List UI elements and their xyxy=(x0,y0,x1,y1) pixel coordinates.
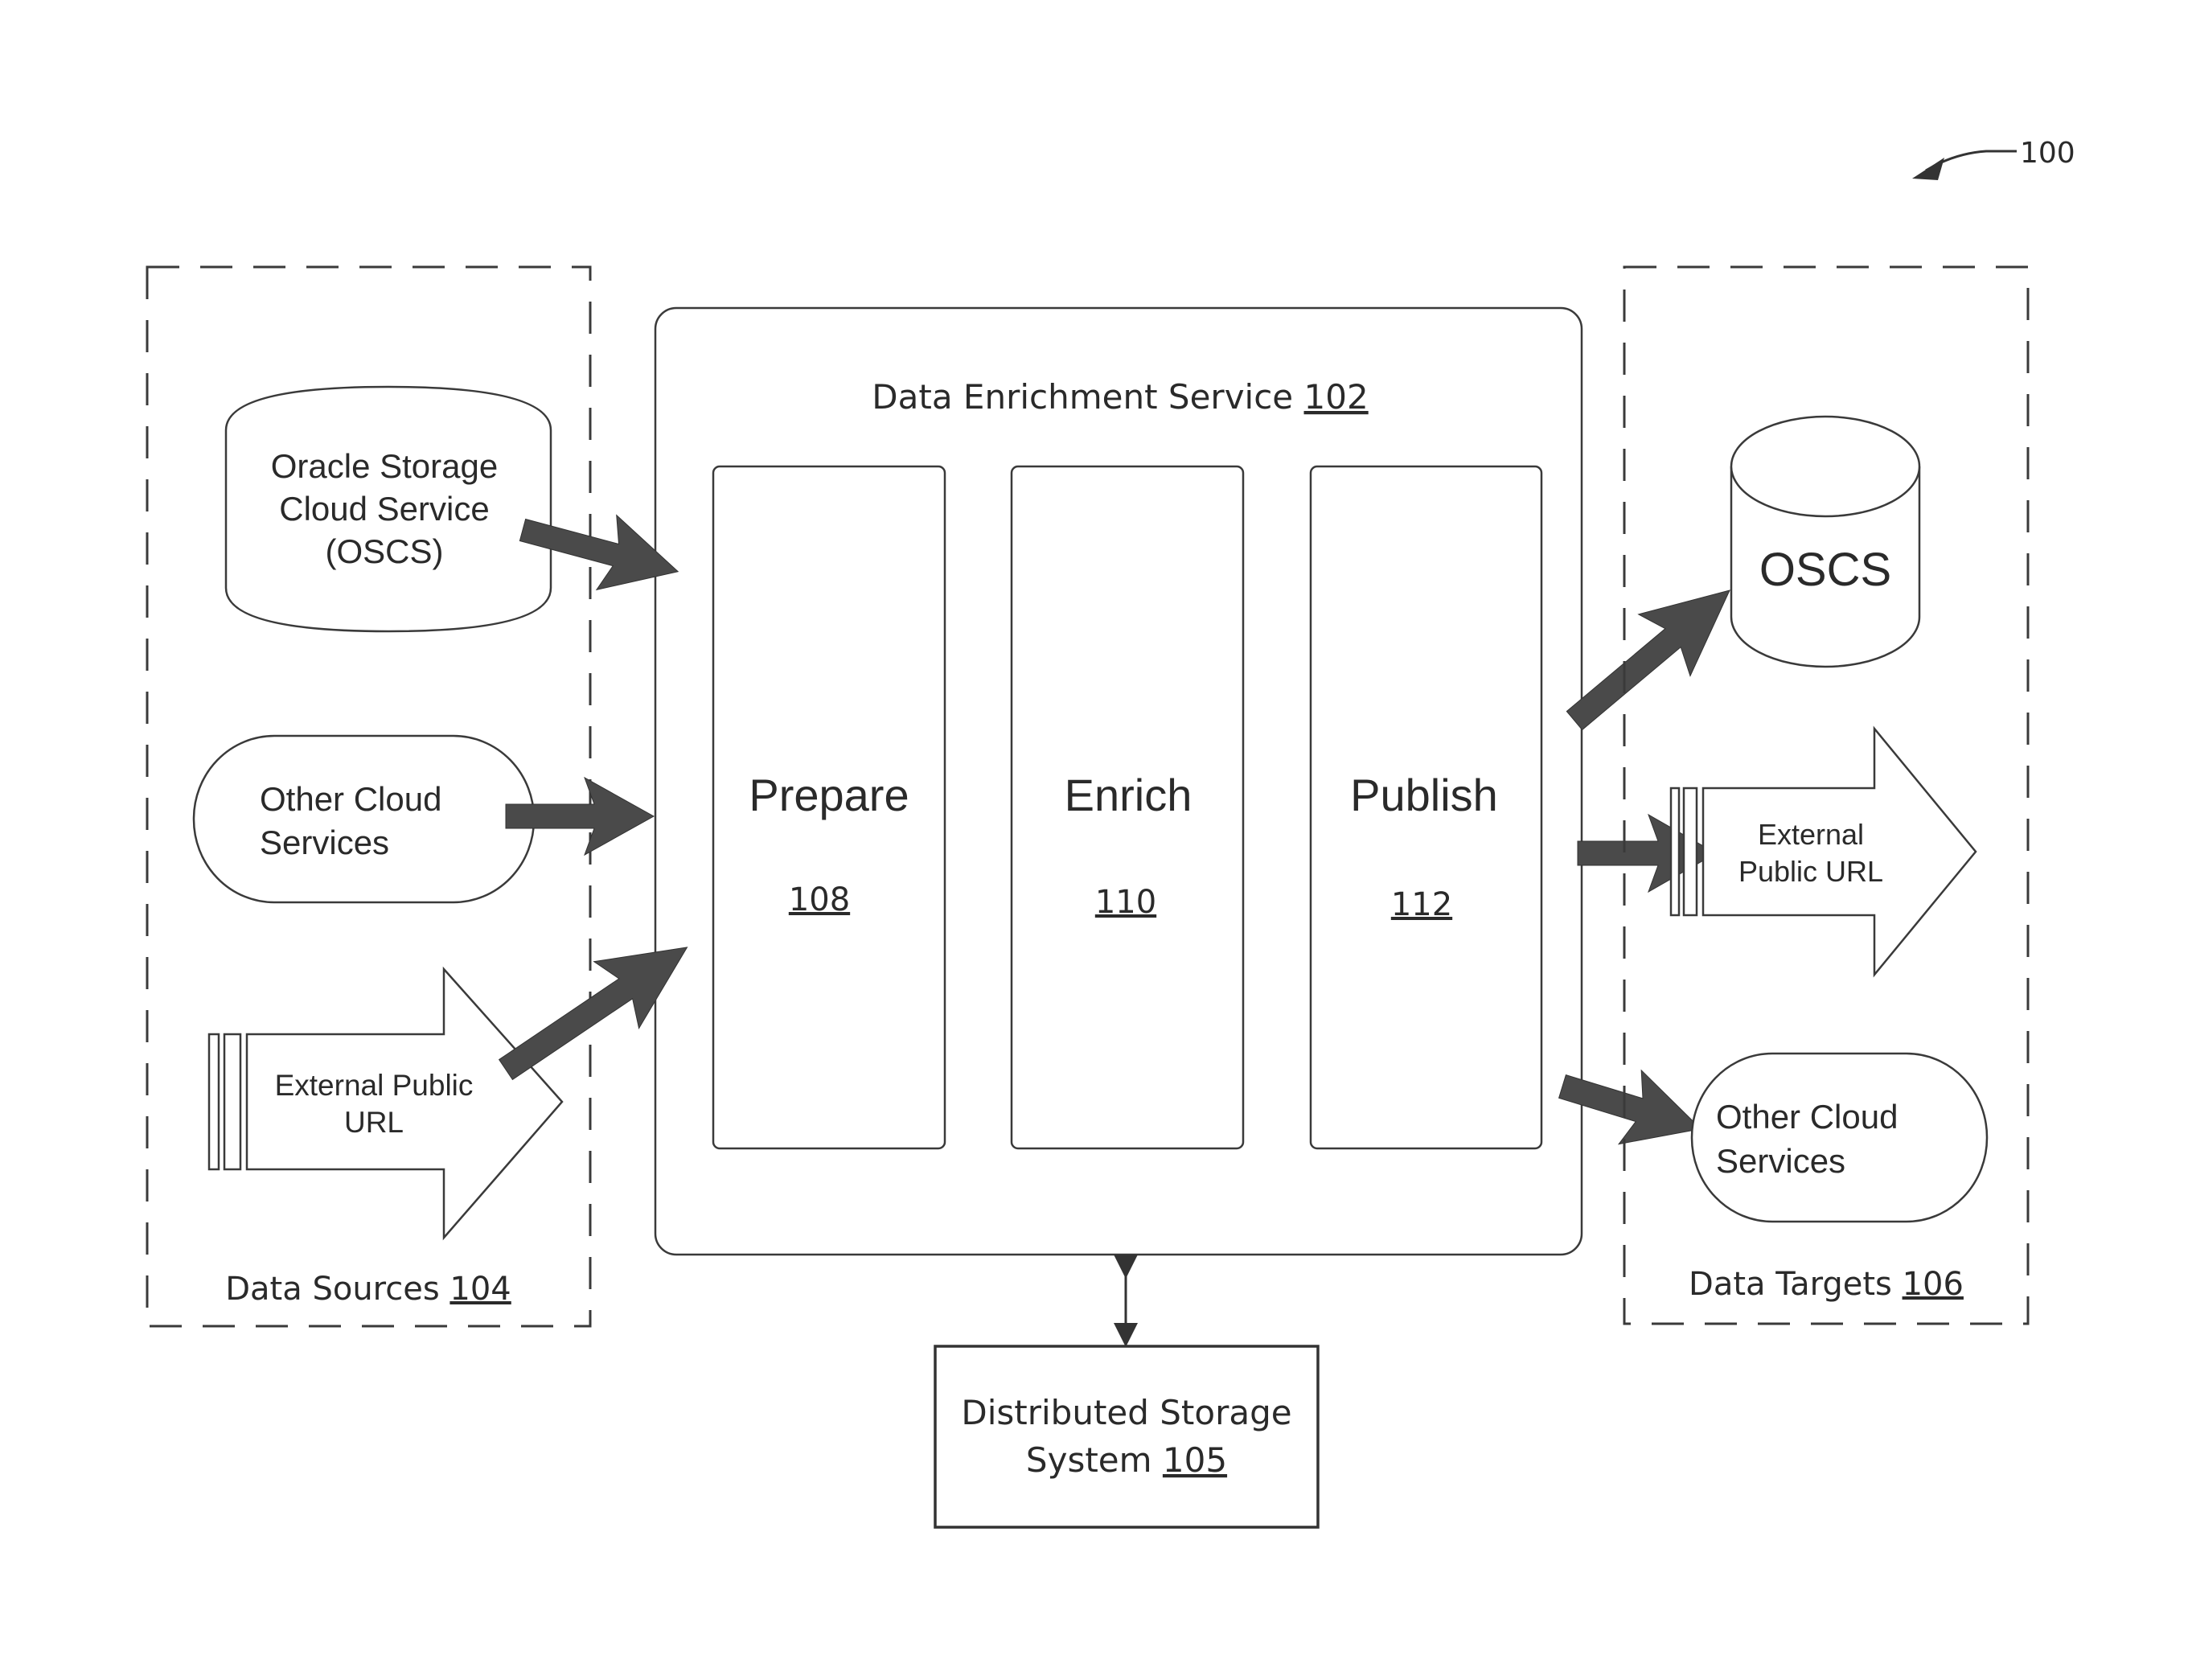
stage-prepare-label: Prepare xyxy=(749,770,909,820)
target-other-cloud-line-2: Services xyxy=(1716,1142,1845,1180)
data-sources-ref: 104 xyxy=(449,1271,511,1308)
stage-prepare[interactable]: Prepare 108 xyxy=(712,465,946,1150)
storage-line-1: Distributed Storage xyxy=(961,1393,1291,1432)
source-other-cloud-line-2: Services xyxy=(260,824,389,861)
target-url-line-1: External xyxy=(1758,818,1864,851)
data-targets-label-text: Data Targets xyxy=(1689,1266,1892,1303)
stage-enrich-ref: 110 xyxy=(1095,884,1156,921)
source-url-line-2: URL xyxy=(344,1106,404,1139)
storage-box[interactable] xyxy=(934,1345,1320,1529)
target-other-cloud-services[interactable]: Other Cloud Services xyxy=(1690,1052,1989,1223)
target-url-line-2: Public URL xyxy=(1738,855,1883,888)
source-url-line-1: External Public xyxy=(275,1069,474,1102)
reference-arrowhead-icon xyxy=(1912,158,1944,180)
figure-number: 100 xyxy=(2020,137,2075,170)
service-title-ref: 102 xyxy=(1304,377,1369,417)
distributed-storage: Distributed Storage System 105 xyxy=(934,1255,1320,1529)
source-external-public-url[interactable]: External Public URL xyxy=(207,966,564,1241)
target-oscs-label: OSCS xyxy=(1759,544,1891,596)
storage-line-2: System 105 xyxy=(1026,1440,1227,1480)
stage-publish-ref: 112 xyxy=(1391,886,1452,923)
target-oscs-cylinder[interactable]: OSCS xyxy=(1730,415,1921,668)
source-oscs-line-1: Oracle Storage xyxy=(271,447,498,485)
stage-publish[interactable]: Publish 112 xyxy=(1309,465,1543,1150)
data-sources-group: Oracle Storage Cloud Service (OSCS) Othe… xyxy=(146,265,592,1328)
target-other-cloud-line-1: Other Cloud xyxy=(1716,1098,1898,1136)
stage-enrich[interactable]: Enrich 110 xyxy=(1010,465,1245,1150)
stage-enrich-label: Enrich xyxy=(1065,770,1192,820)
data-targets-ref: 106 xyxy=(1903,1266,1964,1303)
stage-prepare-ref: 108 xyxy=(789,881,850,918)
figure-reference: 100 xyxy=(1912,137,2075,180)
data-sources-label-text: Data Sources xyxy=(225,1271,439,1308)
data-sources-label: Data Sources 104 xyxy=(225,1271,511,1308)
storage-line-2-text: System xyxy=(1026,1440,1152,1480)
data-targets-label: Data Targets 106 xyxy=(1689,1266,1964,1303)
source-oscs-line-2: Cloud Service xyxy=(279,490,489,528)
stage-publish-label: Publish xyxy=(1350,770,1498,820)
source-oscs-line-3: (OSCS) xyxy=(326,532,444,570)
architecture-diagram: 100 Oracle Storage Cloud Service (OSCS) … xyxy=(146,137,2075,1529)
storage-ref: 105 xyxy=(1163,1440,1227,1480)
service-title-text: Data Enrichment Service xyxy=(872,377,1293,417)
service-title: Data Enrichment Service 102 xyxy=(872,377,1368,417)
source-other-cloud-line-1: Other Cloud xyxy=(260,780,441,818)
target-external-public-url[interactable]: External Public URL xyxy=(1669,725,1977,978)
source-other-cloud-services[interactable]: Other Cloud Services xyxy=(192,734,536,904)
source-oscs-cylinder[interactable]: Oracle Storage Cloud Service (OSCS) xyxy=(224,385,552,633)
data-enrichment-service: Data Enrichment Service 102 Prepare 108 … xyxy=(654,306,1583,1256)
data-targets-group: OSCS External Public URL Other Cloud Ser… xyxy=(1623,265,2030,1325)
